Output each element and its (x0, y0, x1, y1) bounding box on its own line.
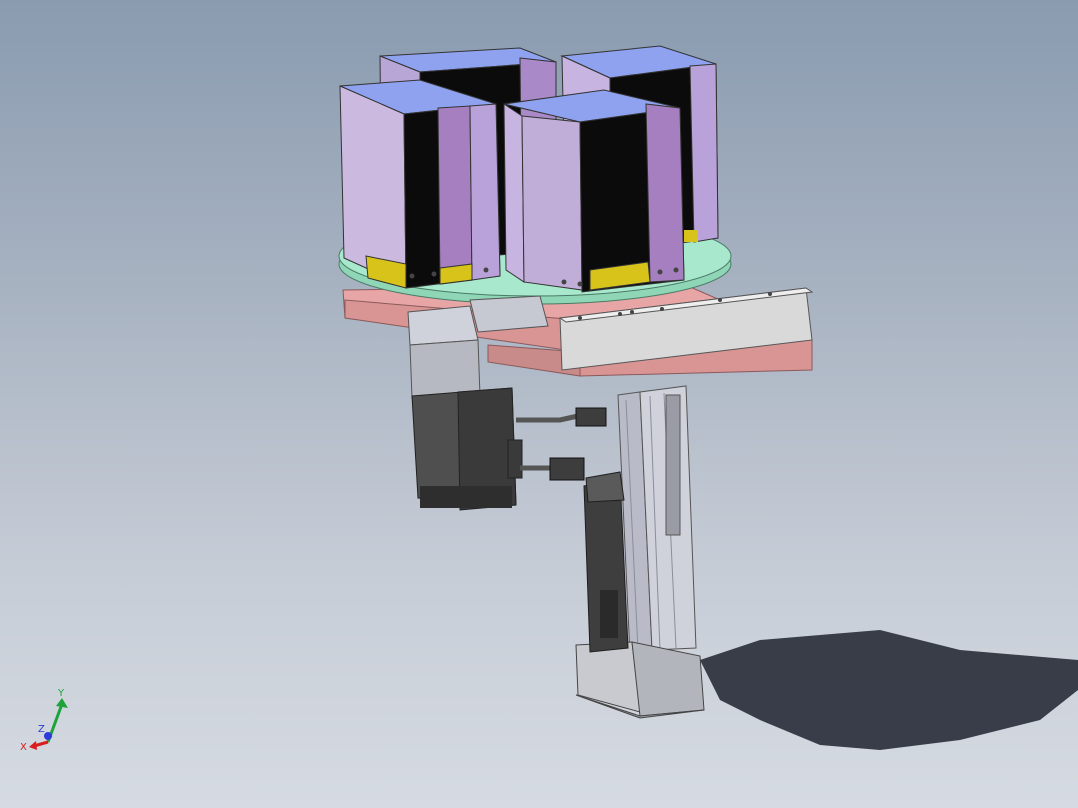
y-axis-arrowhead (56, 698, 68, 708)
cad-model-render[interactable] (0, 0, 1078, 808)
y-axis-label: Y (57, 688, 65, 699)
model-shadow (700, 630, 1078, 750)
coordinate-triad: Y Z X (20, 688, 68, 753)
x-axis-arrowhead (29, 741, 37, 750)
z-axis-dot (44, 732, 52, 740)
magazine-front-left (339, 79, 501, 289)
magazine-front-right (503, 89, 685, 293)
x-axis-label: X (20, 742, 27, 753)
z-axis-label: Z (38, 724, 45, 735)
lower-servo-motor (583, 471, 629, 653)
cad-viewport[interactable]: Y Z X (0, 0, 1078, 808)
